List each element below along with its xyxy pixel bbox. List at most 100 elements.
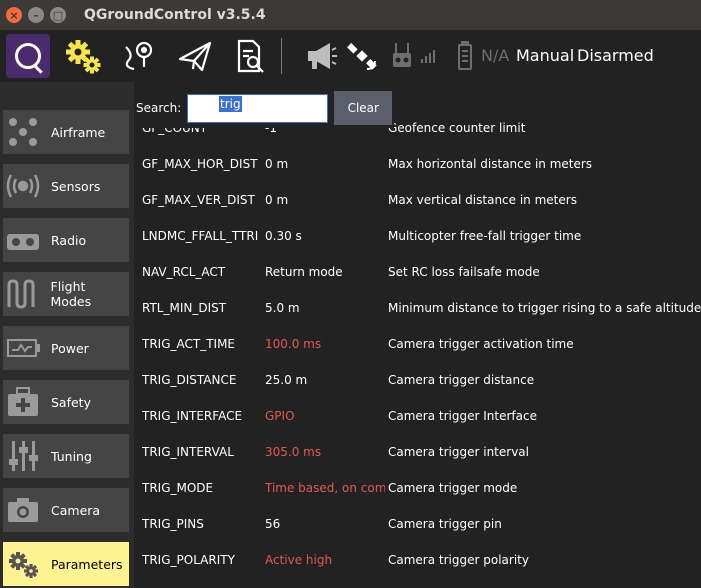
param-value: 25.0 m [265, 373, 308, 387]
table-row[interactable]: NAV_RCL_ACT Return mode Set RC loss fail… [134, 254, 701, 290]
settings-gears-icon[interactable] [58, 30, 108, 82]
title-bar: × – □ QGroundControl v3.5.4 [0, 0, 701, 30]
rc-signal-bars-icon [418, 30, 438, 82]
megaphone-icon[interactable] [300, 30, 344, 82]
sensors-icon [3, 164, 43, 208]
flight-mode-selector[interactable]: Manual [516, 30, 574, 82]
param-value: 56 [265, 517, 281, 531]
param-name: GF_MAX_VER_DIST [142, 193, 255, 207]
power-icon [3, 326, 43, 370]
param-value: Active high [265, 553, 333, 567]
qgc-logo-icon[interactable] [6, 34, 50, 78]
param-name: RTL_MIN_DIST [142, 301, 227, 315]
arm-status-indicator[interactable]: Disarmed [577, 30, 654, 82]
safety-icon [3, 380, 43, 424]
param-name: GF_MAX_HOR_DIST [142, 157, 258, 171]
param-name: TRIG_ACT_TIME [142, 337, 236, 351]
param-name: TRIG_POLARITY [142, 553, 235, 567]
sidebar-item-parameters[interactable]: Parameters [3, 542, 129, 586]
sidebar-item-sensors[interactable]: Sensors [3, 164, 129, 208]
table-row[interactable]: LNDMC_FFALL_TTRI 0.30 s Multicopter free… [134, 218, 701, 254]
window-close-button[interactable]: × [6, 7, 22, 23]
param-description: Camera trigger polarity [388, 553, 529, 567]
param-description: Camera trigger mode [388, 481, 518, 495]
sidebar-item-label: Radio [51, 232, 87, 248]
sidebar-item-safety[interactable]: Safety [3, 380, 129, 424]
gps-satellite-icon[interactable] [342, 30, 382, 82]
param-description: Geofence counter limit [388, 121, 526, 135]
param-name: NAV_RCL_ACT [142, 265, 226, 279]
flight-modes-icon [3, 272, 43, 316]
window-minimize-button[interactable]: – [28, 7, 44, 23]
param-name: TRIG_DISTANCE [142, 373, 237, 387]
param-description: Camera trigger interval [388, 445, 529, 459]
param-value: 305.0 ms [265, 445, 322, 459]
sidebar-item-label: Camera [51, 502, 101, 518]
table-row[interactable]: TRIG_PINS 56 Camera trigger pin [134, 506, 701, 542]
battery-status-text: N/A [481, 46, 510, 65]
param-value: 5.0 m [265, 301, 300, 315]
airframe-icon [3, 110, 43, 154]
camera-icon [3, 488, 43, 532]
sidebar-item-label: Airframe [51, 124, 106, 140]
window-title: QGroundControl v3.5.4 [84, 7, 266, 23]
sidebar-item-airframe[interactable]: Airframe [3, 110, 129, 154]
sidebar-item-label: Parameters [51, 556, 123, 572]
param-description: Camera trigger distance [388, 373, 535, 387]
param-value: 0.30 s [265, 229, 302, 243]
analyze-document-icon[interactable] [226, 30, 274, 82]
param-value: 100.0 ms [265, 337, 322, 351]
window-maximize-button[interactable]: □ [50, 7, 66, 23]
parameters-icon [3, 542, 43, 586]
param-name: LNDMC_FFALL_TTRI [142, 229, 259, 243]
search-label: Search: [136, 101, 182, 115]
table-row[interactable]: RTL_MIN_DIST 5.0 m Minimum distance to t… [134, 290, 701, 326]
param-value: 0 m [265, 193, 289, 207]
param-description: Set RC loss failsafe mode [388, 265, 540, 279]
param-name: TRIG_INTERVAL [142, 445, 234, 459]
table-row[interactable]: TRIG_MODE Time based, on command Camera … [134, 470, 701, 506]
param-name: TRIG_INTERFACE [142, 409, 243, 423]
rc-transmitter-icon[interactable] [388, 30, 416, 82]
sidebar-item-tuning[interactable]: Tuning [3, 434, 129, 478]
param-value: 0 m [265, 157, 289, 171]
param-value: Time based, on command [265, 481, 385, 495]
sidebar-item-power[interactable]: Power [3, 326, 129, 370]
main-toolbar: N/A Manual Disarmed [0, 30, 701, 82]
sidebar-item-label: Sensors [51, 178, 101, 194]
parameter-list: GF_COUNT -1 Geofence counter limit GF_MA… [134, 82, 701, 588]
table-row[interactable]: TRIG_POLARITY Active high Camera trigger… [134, 542, 701, 578]
clear-button[interactable]: Clear [334, 91, 393, 125]
table-row[interactable]: TRIG_INTERVAL 305.0 ms Camera trigger in… [134, 434, 701, 470]
table-row[interactable]: TRIG_ACT_TIME 100.0 ms Camera trigger ac… [134, 326, 701, 362]
table-row[interactable]: TRIG_DISTANCE 25.0 m Camera trigger dist… [134, 362, 701, 398]
param-description: Minimum distance to trigger rising to a … [388, 301, 701, 315]
toolbar-separator [281, 38, 282, 74]
sidebar-item-label: Power [51, 340, 89, 356]
radio-icon [3, 218, 43, 262]
param-description: Camera trigger Interface [388, 409, 537, 423]
search-selected-text: trig [219, 96, 242, 112]
param-description: Multicopter free-fall trigger time [388, 229, 582, 243]
param-value: GPIO [265, 409, 295, 423]
param-name: TRIG_MODE [142, 481, 214, 495]
table-row[interactable]: TRIG_INTERFACE GPIO Camera trigger Inter… [134, 398, 701, 434]
tuning-icon [3, 434, 43, 478]
param-description: Camera trigger pin [388, 517, 502, 531]
sidebar-item-camera[interactable]: Camera [3, 488, 129, 532]
sidebar-item-label: Flight Modes [50, 279, 92, 309]
param-description: Max vertical distance in meters [388, 193, 577, 207]
sidebar-item-flight-modes[interactable]: Flight Modes [3, 272, 129, 316]
table-row[interactable]: GF_MAX_VER_DIST 0 m Max vertical distanc… [134, 182, 701, 218]
fly-paper-plane-icon[interactable] [170, 30, 220, 82]
search-bar: Search: Clear [134, 88, 394, 128]
param-value: Return mode [265, 265, 343, 279]
setup-sidebar: Airframe Sensors Radio Flight Modes Powe… [0, 82, 134, 588]
table-row[interactable]: GF_MAX_HOR_DIST 0 m Max horizontal dista… [134, 146, 701, 182]
plan-waypoint-icon[interactable] [116, 30, 162, 82]
sidebar-item-label: Tuning [51, 448, 92, 464]
battery-icon[interactable] [454, 30, 476, 82]
sidebar-item-radio[interactable]: Radio [3, 218, 129, 262]
param-description: Max horizontal distance in meters [388, 157, 593, 171]
search-input[interactable] [187, 93, 329, 123]
